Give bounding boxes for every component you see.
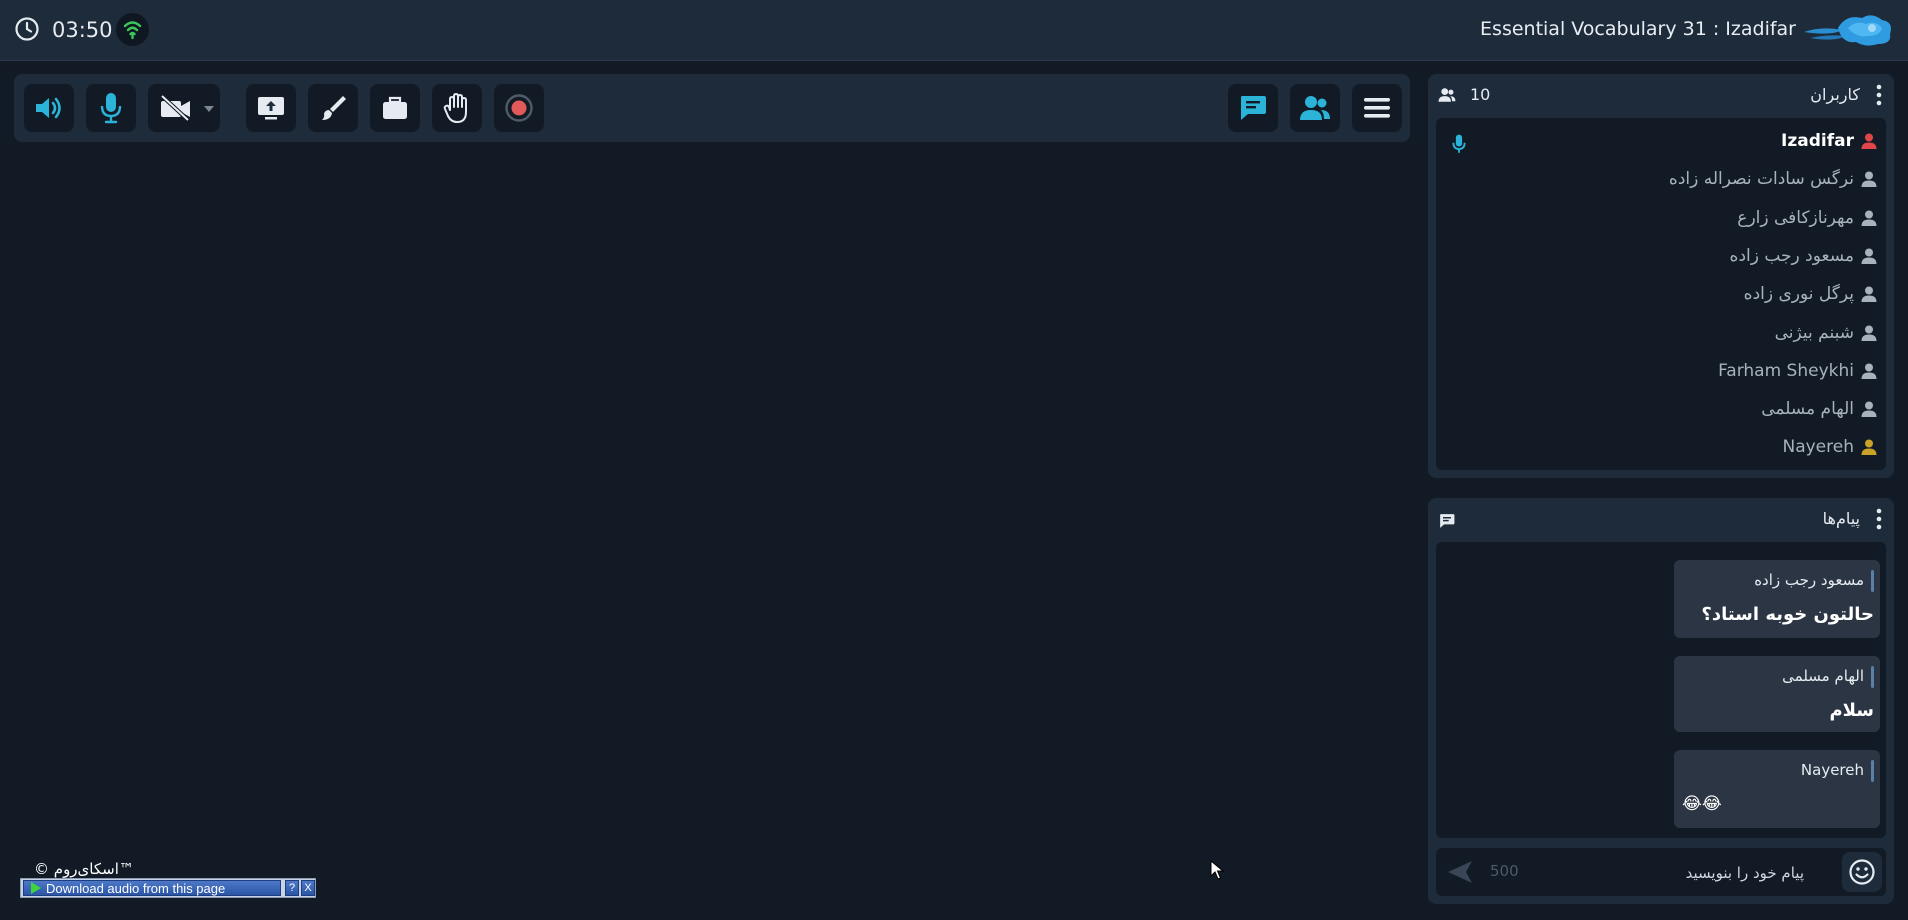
close-button[interactable]: X	[301, 880, 315, 896]
menu-icon	[1364, 98, 1390, 118]
toolbar	[14, 74, 1410, 142]
raise-hand-icon	[443, 93, 467, 123]
message-sender: Nayereh	[1800, 761, 1864, 779]
whiteboard-button[interactable]	[308, 84, 358, 132]
record-button[interactable]	[494, 84, 544, 132]
user-list: Izadifar نرگس سادات نصراله زاده مهرنازکافی…	[1436, 118, 1886, 470]
smiley-icon	[1849, 859, 1875, 885]
chat-icon	[1440, 514, 1455, 528]
user-icon	[1861, 363, 1877, 379]
download-audio-bar: Download audio from this page ? X	[20, 878, 316, 898]
whiteboard-brush-icon	[322, 96, 346, 120]
user-name: Izadifar	[1781, 131, 1854, 151]
user-list-item[interactable]: Nayereh	[1782, 432, 1878, 462]
files-button[interactable]	[370, 84, 420, 132]
message-list[interactable]: مسعود رجب زاده حالتون خوبه استاد؟ الهام …	[1436, 542, 1886, 838]
message-item: الهام مسلمی سلام	[1674, 656, 1880, 732]
room-title: Essential Vocabulary 31 : Izadifar	[1480, 18, 1796, 40]
user-icon	[1861, 325, 1877, 341]
users-toggle-button[interactable]	[1290, 84, 1340, 132]
messages-panel-title: پیام‌ها	[1822, 509, 1860, 528]
chat-icon	[1241, 96, 1266, 120]
user-list-item[interactable]: Izadifar	[1781, 126, 1878, 156]
microphone-icon	[100, 93, 122, 124]
dropdown-arrow-icon[interactable]	[204, 106, 214, 112]
user-name: مسعود رجب زاده	[1729, 245, 1854, 266]
user-name: شبنم بیژنی	[1774, 322, 1854, 343]
user-icon	[1861, 248, 1877, 264]
message-input[interactable]	[1536, 856, 1806, 890]
sender-bar	[1871, 760, 1874, 782]
session-timer: 03:50	[52, 18, 113, 42]
user-name: Nayereh	[1782, 437, 1854, 458]
user-name: پرگل نوری زاده	[1743, 284, 1854, 305]
record-icon	[505, 94, 533, 122]
send-icon[interactable]	[1446, 858, 1474, 886]
user-name: Farham Sheykhi	[1718, 360, 1854, 381]
user-list-item[interactable]: نرگس سادات نصراله زاده	[1669, 164, 1878, 194]
screen-share-button[interactable]	[246, 84, 296, 132]
help-button[interactable]: ?	[285, 880, 299, 896]
message-sender: مسعود رجب زاده	[1754, 571, 1864, 589]
clock-icon	[15, 17, 39, 41]
menu-button[interactable]	[1352, 84, 1402, 132]
messages-panel-header: پیام‌ها	[1428, 498, 1894, 540]
message-item: Nayereh 😂😂	[1674, 750, 1880, 828]
sender-bar	[1871, 666, 1874, 688]
user-icon	[1861, 210, 1877, 226]
mouse-cursor-icon	[1210, 860, 1224, 880]
raise-hand-button[interactable]	[432, 84, 482, 132]
user-list-item[interactable]: مسعود رجب زاده	[1730, 241, 1878, 271]
speaker-button[interactable]	[24, 84, 74, 132]
emoji-button[interactable]	[1842, 852, 1882, 892]
user-icon	[1861, 401, 1877, 418]
user-name: الهام مسلمی	[1761, 399, 1854, 420]
users-icon	[1300, 96, 1330, 120]
chat-toggle-button[interactable]	[1228, 84, 1278, 132]
user-name: نرگس سادات نصراله زاده	[1668, 169, 1854, 190]
speaker-icon	[36, 97, 61, 119]
user-list-item[interactable]: Farham Sheykhi	[1718, 356, 1878, 386]
users-panel: 10 کاربران Izadifar نرگس سادات نصراله زاد…	[1428, 74, 1894, 478]
message-compose-bar: 500	[1436, 848, 1886, 896]
users-count-icon	[1438, 88, 1456, 102]
kebab-menu-icon[interactable]	[1876, 508, 1882, 530]
download-audio-button[interactable]: Download audio from this page	[23, 880, 281, 896]
camera-button[interactable]	[148, 84, 220, 132]
user-list-item[interactable]: پرگل نوری زاده	[1744, 279, 1878, 309]
message-text: سلام	[1829, 700, 1874, 721]
screen-share-icon	[258, 97, 284, 120]
file-box-icon	[383, 96, 407, 119]
user-list-item[interactable]: الهام مسلمی	[1761, 394, 1878, 424]
skyroom-logo	[1804, 15, 1891, 46]
wifi-signal-icon	[116, 13, 149, 46]
message-text: حالتون خوبه استاد؟	[1701, 604, 1874, 625]
user-icon	[1861, 286, 1877, 303]
camera-off-icon	[160, 94, 190, 122]
users-panel-header: 10 کاربران	[1428, 74, 1894, 116]
message-item: مسعود رجب زاده حالتون خوبه استاد؟	[1674, 560, 1880, 638]
message-sender: الهام مسلمی	[1782, 667, 1864, 685]
microphone-button[interactable]	[86, 84, 136, 132]
user-icon	[1861, 171, 1877, 188]
user-icon	[1861, 439, 1877, 456]
sender-bar	[1871, 570, 1874, 592]
microphone-icon	[1452, 134, 1466, 153]
user-list-item[interactable]: شبنم بیژنی	[1775, 318, 1878, 348]
user-list-item[interactable]: مهرنازکافی زارع	[1737, 203, 1878, 233]
download-audio-label: Download audio from this page	[46, 880, 226, 896]
messages-panel: پیام‌ها مسعود رجب زاده حالتون خوبه استاد…	[1428, 498, 1894, 904]
play-icon	[31, 882, 41, 894]
user-icon	[1861, 133, 1877, 149]
user-count: 10	[1470, 85, 1491, 104]
char-limit-counter: 500	[1490, 862, 1519, 880]
kebab-menu-icon[interactable]	[1876, 84, 1882, 106]
user-name: مهرنازکافی زارع	[1737, 207, 1854, 228]
copyright-text: © اسکای‌روم™	[34, 860, 134, 878]
top-bar: 03:50 Essential Vocabulary 31 : Izadifar	[0, 0, 1908, 61]
message-text: 😂😂	[1682, 794, 1722, 814]
users-panel-title: کاربران	[1810, 85, 1860, 104]
